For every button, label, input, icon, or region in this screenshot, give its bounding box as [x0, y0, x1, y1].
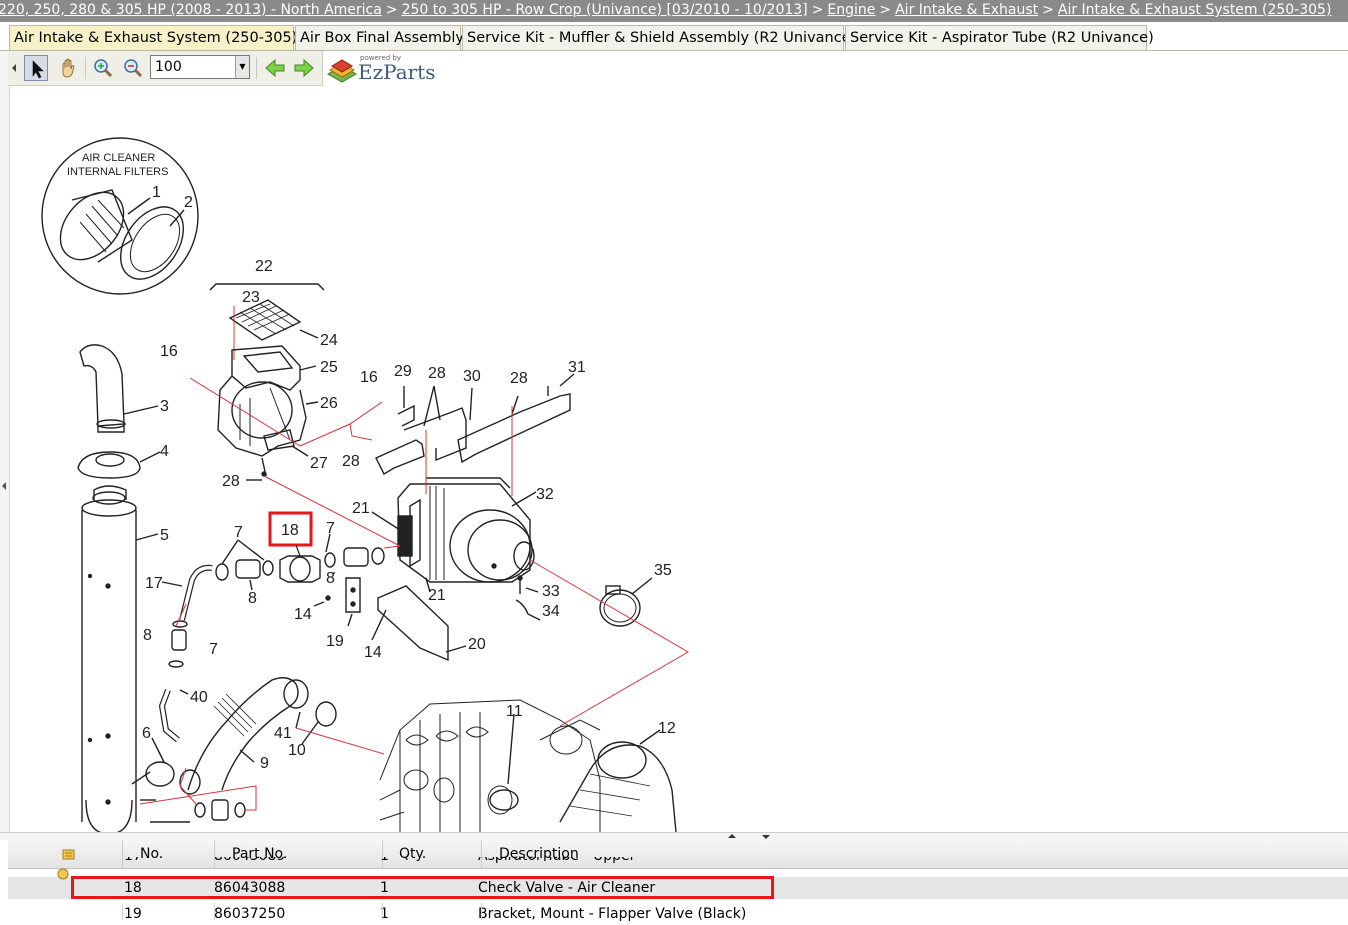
callout-34: 34	[542, 603, 560, 620]
callout-16: 16	[160, 343, 178, 360]
cell-no: 19	[124, 906, 142, 922]
muffler-assembly-drawing	[397, 477, 535, 583]
selected-row-highlight	[71, 876, 774, 899]
callout-16: 16	[360, 369, 378, 386]
cell-qty: 1	[380, 857, 389, 867]
callout-28: 28	[222, 473, 240, 490]
check-valve-group-drawing	[215, 547, 385, 583]
callout-6: 6	[142, 725, 151, 742]
callout-21: 21	[428, 587, 446, 604]
leader-line	[127, 197, 151, 215]
callout-21: 21	[352, 500, 370, 517]
callout-40: 40	[190, 689, 208, 706]
callout-22: 22	[255, 258, 273, 275]
callout-8: 8	[248, 590, 257, 607]
cell-part-no: 86037250	[214, 906, 286, 922]
callout-25: 25	[320, 359, 338, 376]
parts-table: No. Part No. Qty. Description 17 8604308…	[0, 840, 1348, 922]
air-box-drawing	[217, 345, 307, 457]
table-row[interactable]: 19 86037250 1 Bracket, Mount - Flapper V…	[8, 903, 1348, 925]
cell-no: 17	[124, 857, 142, 867]
callout-1: 1	[152, 184, 161, 201]
callout-29: 29	[394, 363, 412, 380]
callout-9: 9	[260, 755, 269, 772]
callout-28: 28	[510, 370, 528, 387]
callout-22-bracket	[209, 283, 325, 291]
callout-7: 7	[209, 641, 218, 658]
filter-inner-drawing	[59, 189, 133, 263]
engine-drawing	[379, 699, 601, 832]
callout-28: 28	[428, 365, 446, 382]
callout-24: 24	[320, 332, 338, 349]
callout-7: 7	[326, 520, 335, 537]
callout-35: 35	[654, 562, 672, 579]
callout-numbers: AIR CLEANER INTERNAL FILTERS 1 2 22 23 2…	[67, 152, 676, 772]
cell-part-no: 86043089	[214, 857, 285, 867]
callout-3: 3	[160, 398, 169, 415]
callout-41: 41	[274, 725, 292, 742]
callout-5: 5	[160, 527, 169, 544]
cell-description: Aspirator Tube - Upper	[478, 857, 635, 867]
callout-10: 10	[288, 742, 306, 759]
callout-17: 17	[145, 575, 163, 592]
callout-4: 4	[160, 443, 169, 460]
callout-26: 26	[320, 395, 338, 412]
callout-8: 8	[326, 570, 335, 587]
callout-7: 7	[234, 524, 243, 541]
exhaust-stack-drawing	[77, 344, 141, 832]
callout-18[interactable]: 18	[281, 522, 299, 539]
callout-32: 32	[536, 486, 554, 503]
inset-title-line2: INTERNAL FILTERS	[67, 166, 168, 178]
callout-30: 30	[463, 368, 481, 385]
callout-31: 31	[568, 359, 586, 376]
callout-11: 11	[506, 703, 523, 720]
callout-23: 23	[242, 289, 260, 306]
callout-2: 2	[184, 194, 193, 211]
filter-outer-drawing	[119, 206, 185, 280]
callout-33: 33	[542, 583, 560, 600]
callout-14: 14	[364, 644, 382, 661]
callout-27: 27	[310, 455, 328, 472]
callout-20: 20	[468, 636, 486, 653]
elbow-drawing	[559, 744, 677, 832]
cell-description: Bracket, Mount - Flapper Valve (Black)	[478, 906, 747, 922]
callout-12: 12	[658, 720, 676, 737]
callout-8: 8	[143, 627, 152, 644]
parts-diagram[interactable]: AIR CLEANER INTERNAL FILTERS 1 2 22 23 2…	[0, 0, 1348, 832]
callout-14: 14	[294, 606, 312, 623]
callout-28: 28	[342, 453, 360, 470]
callout-19: 19	[326, 633, 344, 650]
inset-title-line1: AIR CLEANER	[82, 152, 155, 164]
row-note-icon[interactable]	[56, 867, 70, 881]
